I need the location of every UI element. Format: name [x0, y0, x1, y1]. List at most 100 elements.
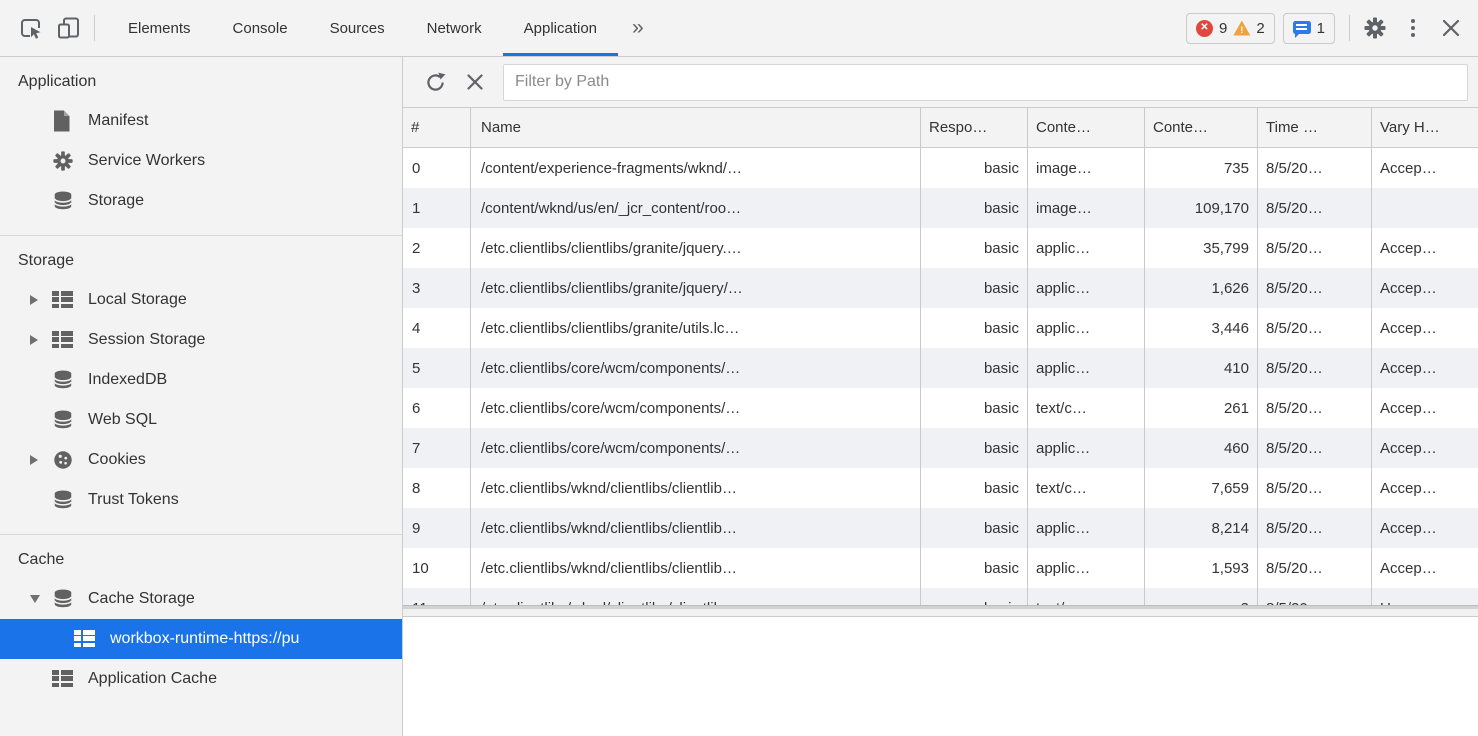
cell-content-length: 2 — [1145, 588, 1258, 605]
column-header-vary-header[interactable]: Vary H… — [1372, 108, 1478, 147]
column-header-number[interactable]: # — [403, 108, 471, 147]
scrollbar-track — [403, 609, 1478, 617]
sidebar-item-manifest[interactable]: Manifest — [0, 101, 402, 141]
devtools-window: Elements Console Sources Network Applica… — [0, 0, 1478, 736]
cell-time-cached: 8/5/20… — [1258, 428, 1372, 468]
table-row[interactable]: 11/etc.clientlibs/wknd/clientlibs/client… — [403, 588, 1478, 605]
settings-button[interactable] — [1356, 0, 1394, 56]
column-header-name[interactable]: Name — [471, 108, 921, 147]
cell-content-type: image… — [1028, 148, 1145, 188]
section-title: Cache — [0, 551, 402, 569]
tab-elements[interactable]: Elements — [107, 0, 212, 56]
cookie-icon — [52, 449, 80, 471]
column-header-content-length[interactable]: Conte… — [1145, 108, 1258, 147]
error-icon: ✕ — [1196, 20, 1213, 37]
cell-content-type: applic… — [1028, 548, 1145, 588]
table-row[interactable]: 10/etc.clientlibs/wknd/clientlibs/client… — [403, 548, 1478, 588]
message-bubble-icon — [1293, 21, 1311, 34]
sidebar-item-cache-storage[interactable]: Cache Storage — [0, 579, 402, 619]
device-toolbar-icon — [56, 15, 82, 41]
table-icon — [52, 291, 80, 309]
table-row[interactable]: 4/etc.clientlibs/clientlibs/granite/util… — [403, 308, 1478, 348]
cell-response-type: basic — [921, 148, 1028, 188]
table-row[interactable]: 9/etc.clientlibs/wknd/clientlibs/clientl… — [403, 508, 1478, 548]
file-icon — [52, 110, 80, 132]
sidebar-item-label: Local Storage — [88, 291, 187, 309]
table-row[interactable]: 2/etc.clientlibs/clientlibs/granite/jque… — [403, 228, 1478, 268]
sidebar-item-application-cache[interactable]: Application Cache — [0, 659, 402, 699]
tab-console[interactable]: Console — [212, 0, 309, 56]
chevron-down-expander[interactable] — [30, 595, 52, 603]
table-row[interactable]: 7/etc.clientlibs/core/wcm/components/…ba… — [403, 428, 1478, 468]
database-icon — [52, 409, 80, 431]
sidebar-item-session-storage[interactable]: Session Storage — [0, 320, 402, 360]
chevron-right-expander[interactable] — [30, 295, 52, 305]
cache-entry-preview-pane — [403, 617, 1478, 736]
cell-content-type: text/… — [1028, 588, 1145, 605]
cell-response-type: basic — [921, 588, 1028, 605]
section-title: Storage — [0, 252, 402, 270]
console-errors-warnings-badge[interactable]: ✕ 9 ! 2 — [1186, 13, 1275, 44]
customize-menu-button[interactable] — [1394, 0, 1432, 56]
sidebar-item-storage[interactable]: Storage — [0, 181, 402, 221]
column-header-content-type[interactable]: Conte… — [1028, 108, 1145, 147]
close-devtools-button[interactable] — [1432, 0, 1470, 56]
sidebar-item-workbox-runtime-https-pu[interactable]: workbox-runtime-https://pu — [0, 619, 402, 659]
sidebar-item-indexeddb[interactable]: IndexedDB — [0, 360, 402, 400]
chevron-right-expander[interactable] — [30, 335, 52, 345]
cell-content-type: applic… — [1028, 228, 1145, 268]
filter-by-path-input[interactable] — [503, 64, 1468, 101]
cell-content-type: applic… — [1028, 348, 1145, 388]
application-sidebar: ApplicationManifestService WorkersStorag… — [0, 57, 403, 736]
toolbar-right: ✕ 9 ! 2 1 — [1186, 0, 1478, 56]
tab-application[interactable]: Application — [503, 0, 618, 56]
issues-badge[interactable]: 1 — [1283, 13, 1335, 44]
inspect-element-button[interactable] — [12, 0, 50, 56]
sidebar-item-local-storage[interactable]: Local Storage — [0, 280, 402, 320]
cell-content-type: applic… — [1028, 428, 1145, 468]
cell-content-type: text/c… — [1028, 388, 1145, 428]
table-row[interactable]: 1/content/wknd/us/en/_jcr_content/roo…ba… — [403, 188, 1478, 228]
cell-content-type: text/c… — [1028, 468, 1145, 508]
chevron-right-expander[interactable] — [30, 455, 52, 465]
table-row[interactable]: 3/etc.clientlibs/clientlibs/granite/jque… — [403, 268, 1478, 308]
triangle-right-icon — [30, 455, 38, 465]
cell-response-type: basic — [921, 188, 1028, 228]
cell-vary-header: Accep… — [1372, 508, 1478, 548]
sidebar-item-label: Web SQL — [88, 411, 157, 429]
sidebar-item-trust-tokens[interactable]: Trust Tokens — [0, 480, 402, 520]
cell-vary-header: Accep… — [1372, 268, 1478, 308]
sidebar-item-web-sql[interactable]: Web SQL — [0, 400, 402, 440]
sidebar-item-label: IndexedDB — [88, 371, 167, 389]
refresh-button[interactable] — [415, 62, 455, 102]
toolbar-separator — [94, 15, 95, 41]
cell-number: 2 — [403, 228, 471, 268]
table-row[interactable]: 8/etc.clientlibs/wknd/clientlibs/clientl… — [403, 468, 1478, 508]
device-toolbar-button[interactable] — [50, 0, 88, 56]
cell-number: 10 — [403, 548, 471, 588]
sidebar-item-label: workbox-runtime-https://pu — [110, 630, 299, 648]
panel-tabs: Elements Console Sources Network Applica… — [107, 0, 658, 56]
delete-selected-button[interactable] — [455, 62, 495, 102]
cell-time-cached: 8/5/20… — [1258, 388, 1372, 428]
sidebar-item-cookies[interactable]: Cookies — [0, 440, 402, 480]
cell-name: /etc.clientlibs/core/wcm/components/… — [471, 428, 921, 468]
table-row[interactable]: 5/etc.clientlibs/core/wcm/components/…ba… — [403, 348, 1478, 388]
triangle-right-icon — [30, 335, 38, 345]
cell-content-length: 1,626 — [1145, 268, 1258, 308]
cell-content-length: 735 — [1145, 148, 1258, 188]
cell-name: /etc.clientlibs/clientlibs/granite/jquer… — [471, 268, 921, 308]
table-row[interactable]: 0/content/experience-fragments/wknd/…bas… — [403, 148, 1478, 188]
table-row[interactable]: 6/etc.clientlibs/core/wcm/components/…ba… — [403, 388, 1478, 428]
cell-response-type: basic — [921, 268, 1028, 308]
column-header-response-type[interactable]: Respo… — [921, 108, 1028, 147]
cell-name: /etc.clientlibs/wknd/clientlibs/clientli… — [471, 468, 921, 508]
cell-number: 11 — [403, 588, 471, 605]
horizontal-scrollbar[interactable] — [403, 605, 1478, 617]
sidebar-item-service-workers[interactable]: Service Workers — [0, 141, 402, 181]
more-tabs-button[interactable]: » — [618, 0, 658, 56]
column-header-time-cached[interactable]: Time … — [1258, 108, 1372, 147]
tab-network[interactable]: Network — [406, 0, 503, 56]
tab-sources[interactable]: Sources — [309, 0, 406, 56]
database-icon — [52, 489, 80, 511]
